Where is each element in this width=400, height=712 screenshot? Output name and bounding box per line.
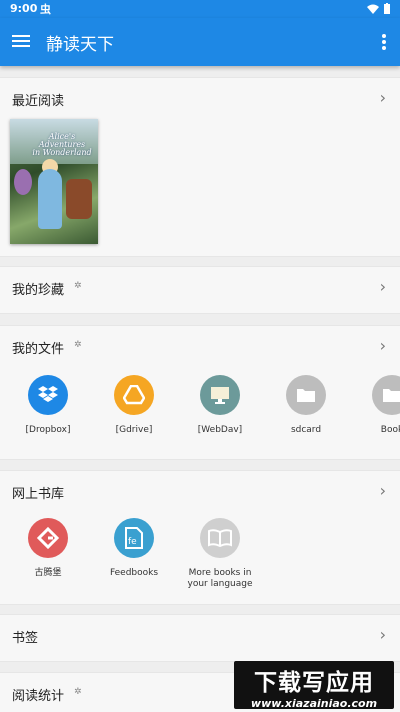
online-library-title: 网上书库 xyxy=(12,487,65,502)
file-source-label: Book xyxy=(380,425,400,435)
file-source-dropbox[interactable]: [Dropbox] xyxy=(8,375,88,436)
app-bar: 静读天下 xyxy=(0,18,400,66)
book-cover[interactable]: Alice's Adventures in Wonderland xyxy=(10,119,98,244)
gear-icon[interactable]: ✲ xyxy=(74,281,82,291)
library-gutenberg[interactable]: 古腾堡 xyxy=(8,518,88,579)
folder-icon xyxy=(286,375,326,415)
webdav-icon xyxy=(200,375,240,415)
bookmarks-title: 书签 xyxy=(12,631,39,646)
library-label: More books in your language xyxy=(187,568,253,589)
watermark-logo: 下载写应用 www.xiazainiao.com xyxy=(234,661,394,710)
file-source-label: [WebDav] xyxy=(197,425,243,435)
file-source-webdav[interactable]: [WebDav] xyxy=(180,375,260,436)
gdrive-icon xyxy=(114,375,154,415)
library-label: 古腾堡 xyxy=(34,568,62,578)
chevron-right-icon[interactable]: › xyxy=(380,88,386,107)
folder-icon xyxy=(372,375,400,415)
library-feedbooks[interactable]: fe Feedbooks xyxy=(94,518,174,579)
my-files-card: 我的文件 ✲ › [Dropbox] [Gdrive] [WebDav] sdc… xyxy=(0,325,400,460)
cover-title: Alice's Adventures in Wonderland xyxy=(32,132,92,157)
more-options-icon[interactable] xyxy=(382,34,386,52)
status-bar: 9:00 虫 xyxy=(0,0,400,18)
system-icons xyxy=(367,3,390,14)
wifi-icon xyxy=(367,4,379,14)
gear-icon[interactable]: ✲ xyxy=(74,340,82,350)
feedbooks-icon: fe xyxy=(114,518,154,558)
reading-stats-title: 阅读统计 xyxy=(12,689,65,704)
svg-text:fe: fe xyxy=(128,537,137,547)
file-source-sdcard[interactable]: sdcard xyxy=(266,375,346,436)
status-time: 9:00 xyxy=(10,2,38,15)
gear-icon[interactable]: ✲ xyxy=(74,687,82,697)
favorites-card[interactable]: 我的珍藏 ✲ › xyxy=(0,266,400,314)
recent-reading-title: 最近阅读 xyxy=(12,94,65,109)
menu-icon[interactable] xyxy=(12,32,30,52)
file-source-label: sdcard xyxy=(290,425,322,435)
file-source-label: [Dropbox] xyxy=(25,425,71,435)
chevron-right-icon[interactable]: › xyxy=(380,336,386,355)
battery-icon xyxy=(384,3,390,14)
library-more-books[interactable]: More books in your language xyxy=(180,518,260,590)
bookmarks-card[interactable]: 书签 › xyxy=(0,614,400,662)
file-source-book[interactable]: Book xyxy=(352,375,400,436)
dropbox-icon xyxy=(28,375,68,415)
file-source-gdrive[interactable]: [Gdrive] xyxy=(94,375,174,436)
notification-icon: 虫 xyxy=(40,3,51,16)
recent-reading-card: 最近阅读 › Alice's Adventures in Wonderland xyxy=(0,77,400,257)
chevron-right-icon[interactable]: › xyxy=(380,481,386,500)
my-files-title: 我的文件 xyxy=(12,342,65,357)
favorites-title: 我的珍藏 xyxy=(12,283,65,298)
online-library-card: 网上书库 › 古腾堡 fe Feedbooks More books in yo… xyxy=(0,470,400,605)
chevron-right-icon[interactable]: › xyxy=(380,277,386,296)
file-source-label: [Gdrive] xyxy=(115,425,153,435)
gutenberg-icon xyxy=(28,518,68,558)
open-book-icon xyxy=(200,518,240,558)
chevron-right-icon[interactable]: › xyxy=(380,625,386,644)
library-label: Feedbooks xyxy=(109,568,159,578)
app-title: 静读天下 xyxy=(46,35,114,55)
